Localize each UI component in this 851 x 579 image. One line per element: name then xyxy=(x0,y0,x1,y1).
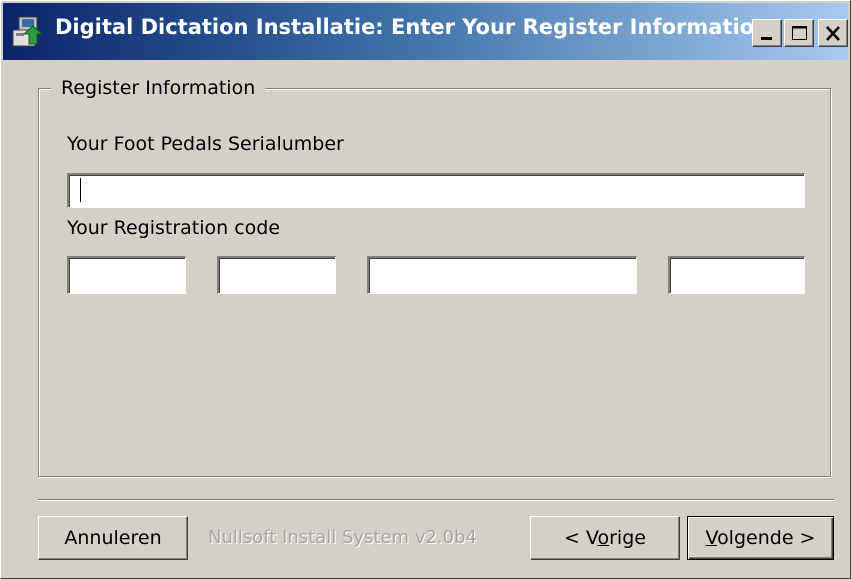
window-title: Digital Dictation Installatie: Enter You… xyxy=(55,15,770,39)
back-button[interactable]: < Vorige xyxy=(530,516,680,560)
footer-separator xyxy=(38,499,834,501)
maximize-button[interactable] xyxy=(784,19,814,47)
back-label-accelerator: o xyxy=(597,527,610,549)
registration-code-label: Your Registration code xyxy=(67,217,281,239)
title-bar[interactable]: Digital Dictation Installatie: Enter You… xyxy=(3,3,848,60)
cancel-button-label: Annuleren xyxy=(64,527,162,549)
group-legend: Register Information xyxy=(51,77,266,99)
next-label-accelerator: V xyxy=(705,527,718,549)
next-label-suffix: olgende > xyxy=(717,527,816,549)
serial-number-input[interactable] xyxy=(67,173,805,208)
cancel-button[interactable]: Annuleren xyxy=(38,516,188,560)
installer-icon xyxy=(11,16,45,48)
text-caret xyxy=(80,178,81,202)
nsis-branding: Nullsoft Install System v2.0b4 xyxy=(208,527,477,548)
minimize-icon xyxy=(761,37,772,40)
back-button-label: < Vorige xyxy=(564,527,646,549)
installer-window: Digital Dictation Installatie: Enter You… xyxy=(0,0,851,579)
back-label-prefix: < V xyxy=(564,527,598,549)
registration-code-field-1[interactable] xyxy=(67,256,186,294)
next-button-label: Volgende > xyxy=(706,527,816,549)
registration-code-field-3[interactable] xyxy=(367,256,637,294)
registration-code-field-2[interactable] xyxy=(217,256,336,294)
next-button[interactable]: Volgende > xyxy=(687,516,834,560)
close-button[interactable] xyxy=(818,19,848,47)
serial-number-label: Your Foot Pedals Serialumber xyxy=(67,133,344,155)
close-icon xyxy=(826,26,840,41)
minimize-button[interactable] xyxy=(752,19,782,47)
back-label-suffix: rige xyxy=(609,527,646,549)
maximize-icon xyxy=(792,26,807,40)
registration-code-field-4[interactable] xyxy=(668,256,805,294)
